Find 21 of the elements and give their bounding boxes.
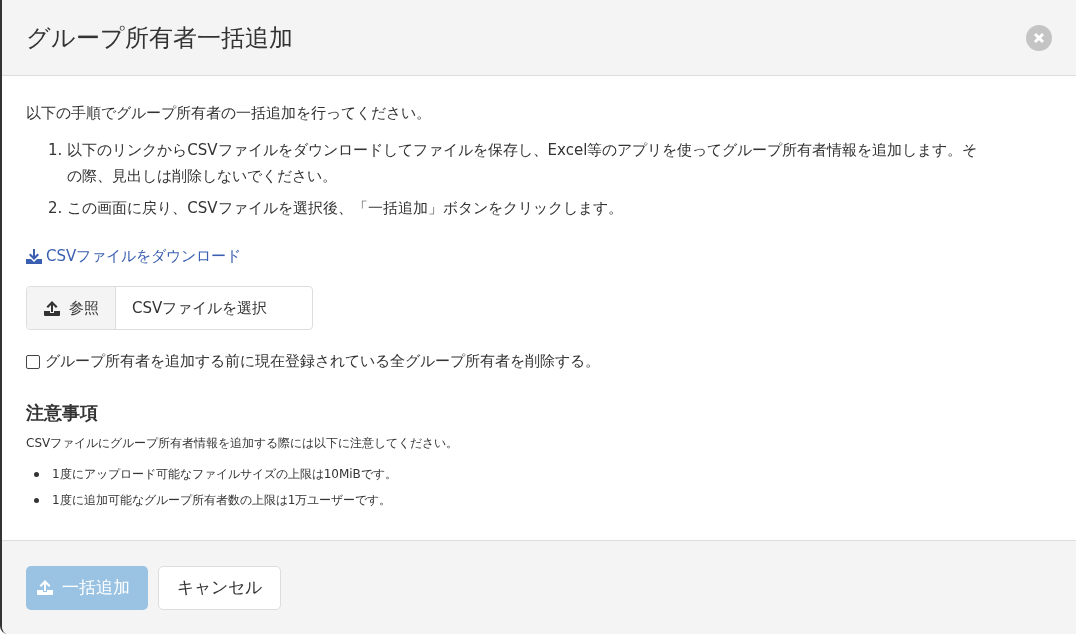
step-text: 以下のリンクからCSVファイルをダウンロードしてファイルを保存し、Excel等のアプリを使ってグループ所有者情報を追加します。その際、見出しは削除しないでください。 [67,140,979,187]
note-item: 1度に追加可能なグループ所有者数の上限は1万ユーザーです。 [52,492,392,509]
step-text: この画面に戻り、CSVファイルを選択後、「一括追加」ボタンをクリックします。 [67,198,623,219]
checkbox[interactable] [26,354,40,369]
file-input[interactable]: 参照 CSVファイルを選択 [26,286,313,330]
note-item: 1度にアップロード可能なファイルサイズの上限は10MiBです。 [52,466,397,483]
upload-icon [36,579,54,596]
notes-heading: 注意事項 [26,401,99,425]
step-number: 1. [48,140,63,161]
dialog-title: グループ所有者一括追加 [26,22,293,54]
bullet-icon [34,498,39,503]
checkbox-label: グループ所有者を追加する前に現在登録されている全グループ所有者を削除する。 [45,352,600,371]
download-icon [26,249,42,264]
browse-button[interactable]: 参照 [27,287,116,329]
notes-text: CSVファイルにグループ所有者情報を追加する際には以下に注意してください。 [26,435,460,452]
step-number: 2. [48,198,63,219]
cancel-button[interactable]: キャンセル [158,565,281,610]
instruction-text: 以下の手順でグループ所有者の一括追加を行ってください。 [26,104,432,123]
download-link[interactable]: CSVファイルをダウンロード [26,247,242,266]
upload-icon [43,299,61,317]
bullet-icon [34,472,39,477]
